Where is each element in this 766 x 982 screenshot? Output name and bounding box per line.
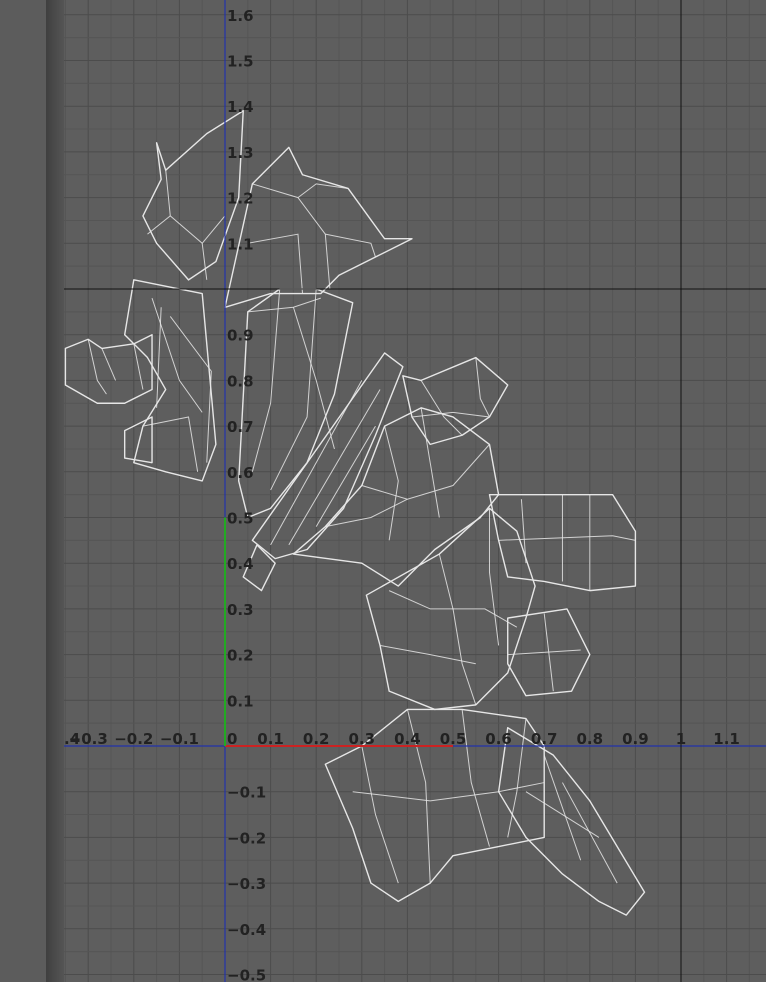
v-tick-label: 0.5 [227, 510, 254, 528]
v-tick-label: 0.3 [227, 601, 254, 619]
island-edge[interactable] [169, 316, 212, 463]
island-center-large[interactable] [292, 407, 500, 587]
island-edge[interactable] [315, 425, 376, 527]
island-right-small[interactable] [507, 608, 591, 697]
island-edge[interactable] [201, 243, 208, 280]
island-outline[interactable] [224, 146, 413, 308]
island-edge[interactable] [292, 307, 335, 450]
u-tick-label: 0.6 [485, 730, 512, 748]
v-tick-label: 1.6 [227, 7, 254, 25]
island-tiny-left[interactable] [123, 416, 153, 464]
u-tick-label: 0.1 [257, 730, 284, 748]
v-tick-label: 1.2 [227, 190, 254, 208]
u-tick-label: 1.1 [713, 730, 740, 748]
v-tick-label: 0.1 [227, 692, 254, 710]
island-long-diagonal[interactable] [251, 352, 404, 560]
island-outline[interactable] [251, 352, 404, 560]
v-tick-label: −0.4 [227, 921, 266, 939]
u-tick-label: 0.2 [303, 730, 330, 748]
u-tick-label: 1 [676, 730, 686, 748]
u-tick-label: −0.3 [69, 730, 108, 748]
u-tick-label: 0.5 [440, 730, 467, 748]
v-tick-label: 0.2 [227, 647, 254, 665]
v-tick-label: −0.2 [227, 829, 266, 847]
island-edge[interactable] [420, 380, 463, 436]
u-tick-label: −0.1 [160, 730, 199, 748]
island-outline[interactable] [497, 727, 646, 916]
island-edge[interactable] [488, 508, 500, 646]
uv-canvas[interactable]: .4−0.3 −0.2 −0.1 0 0.1 0.2 0.3 0.4 0.5 0.6 0.7 0.8 0… [64, 0, 766, 982]
v-tick-label: 0.9 [227, 327, 254, 345]
island-edge[interactable] [252, 183, 331, 290]
u-tick-label: 0.7 [531, 730, 558, 748]
v-tick-label: 1.1 [227, 235, 254, 253]
island-edge[interactable] [475, 357, 490, 418]
island-upper-right-box[interactable] [402, 356, 509, 446]
island-edge[interactable] [325, 233, 376, 258]
v-tick-label: 1.4 [227, 98, 254, 116]
island-outline[interactable] [402, 356, 509, 446]
u-tick-label: 0.9 [622, 730, 649, 748]
left-panel-border [0, 0, 64, 982]
v-tick-label: 0.4 [227, 555, 254, 573]
v-tick-label: −0.5 [227, 967, 266, 982]
v-tick-label: −0.1 [227, 784, 266, 802]
axis-lines [64, 0, 766, 982]
island-edge[interactable] [384, 425, 399, 541]
grid-lines [64, 0, 766, 982]
island-edge[interactable] [247, 297, 321, 313]
v-tick-label: 0.7 [227, 418, 254, 436]
v-tick-label: 0.8 [227, 372, 254, 390]
v-tick-label: 1.3 [227, 144, 254, 162]
u-tick-label: 0.3 [349, 730, 376, 748]
island-edge[interactable] [288, 389, 381, 546]
u-tick-label: 0 [227, 730, 237, 748]
island-outline[interactable] [123, 416, 153, 464]
u-tick-label: 0.4 [394, 730, 421, 748]
island-edge[interactable] [147, 215, 171, 235]
island-right-arm[interactable] [488, 493, 637, 592]
island-edge[interactable] [142, 416, 199, 472]
v-tick-label: −0.3 [227, 875, 266, 893]
v-tick-label: 0.6 [227, 464, 254, 482]
v-tick-label: 1.5 [227, 53, 254, 71]
island-edge[interactable] [151, 297, 203, 413]
island-bottom-right-tail[interactable] [497, 727, 646, 916]
u-tick-label: 0.8 [577, 730, 604, 748]
island-far-left[interactable] [64, 334, 153, 404]
island-edge[interactable] [543, 754, 582, 861]
u-tick-label: −0.2 [114, 730, 153, 748]
island-edge[interactable] [438, 553, 477, 706]
uv-editor-viewport[interactable]: .4 −0.3 −0.2 −0.1 0 0.1 0.2 0.3 0.4 0.5 0.6 0.7 0.8 0… [64, 0, 766, 982]
uv-wireframe[interactable] [64, 110, 646, 916]
island-spike-upper[interactable] [224, 146, 413, 308]
island-edge[interactable] [101, 348, 117, 381]
